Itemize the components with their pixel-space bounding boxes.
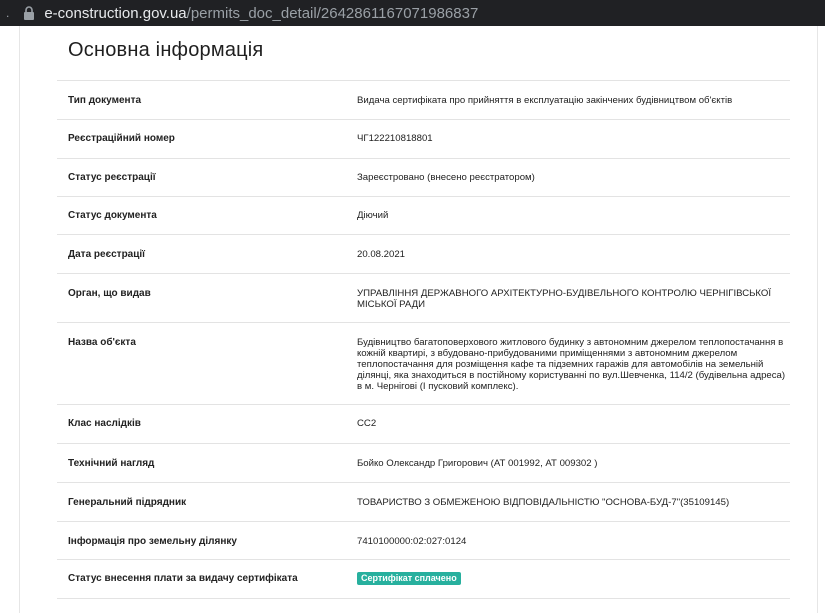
right-border [817,26,818,613]
url-host: e-construction.gov.ua [44,4,187,22]
table-row: Реєстраційний номер ЧГ122210818801 [57,119,790,158]
row-value: Зареєстровано (внесено реєстратором) [357,172,535,183]
row-value: Будівництво багатоповерхового житлового … [357,337,786,392]
row-label: Назва об'єкта [68,337,136,348]
left-border [19,26,20,613]
row-value: Діючий [357,210,389,221]
row-label: Клас наслідків [68,418,141,429]
row-value: 20.08.2021 [357,249,406,260]
row-label: Статус документа [68,210,157,221]
row-value: СС2 [357,418,377,429]
browser-address-bar[interactable]: . e-construction.gov.ua/permits_doc_deta… [0,0,825,26]
table-row: Інформація про земельну ділянку 74101000… [57,521,790,559]
table-row: Орган, що видав УПРАВЛІННЯ ДЕРЖАВНОГО АР… [57,273,790,322]
row-label: Тип документа [68,95,142,106]
row-label: Інформація про земельну ділянку [68,536,237,547]
table-row: Генеральний підрядник ТОВАРИСТВО З ОБМЕЖ… [57,482,790,521]
row-value: Сертифікат сплачено [357,572,787,585]
table-row: Клас наслідків СС2 [57,404,790,443]
row-label: Статус внесення плати за видачу сертифік… [68,573,298,584]
lock-icon[interactable] [23,5,35,21]
table-row: Тип документа Видача сертифіката про при… [57,80,790,119]
payment-status-badge: Сертифікат сплачено [357,572,461,585]
row-value: ЧГ122210818801 [357,133,433,144]
table-row: Статус документа Діючий [57,196,790,234]
row-label: Статус реєстрації [68,172,156,183]
row-value: Видача сертифіката про прийняття в експл… [357,95,733,106]
url-path: /permits_doc_detail/2642861167071986837 [186,4,479,22]
row-value: 7410100000:02:027:0124 [357,536,467,547]
page-title: Основна інформація [68,39,264,61]
dot-icon: . [6,6,10,20]
row-label: Генеральний підрядник [68,497,187,508]
row-label: Орган, що видав [68,288,151,299]
row-label: Технічний нагляд [68,458,155,469]
table-row: Статус внесення плати за видачу сертифік… [57,559,790,599]
row-value: Бойко Олександр Григорович (АТ 001992, А… [357,458,598,469]
row-label: Реєстраційний номер [68,133,175,144]
table-row: Статус реєстрації Зареєстровано (внесено… [57,158,790,196]
table-row: Дата реєстрації 20.08.2021 [57,234,790,273]
row-value: ТОВАРИСТВО З ОБМЕЖЕНОЮ ВІДПОВІДАЛЬНІСТЮ … [357,497,730,508]
table-row: Технічний нагляд Бойко Олександр Григоро… [57,443,790,482]
table-row: Назва об'єкта Будівництво багатоповерхов… [57,322,790,404]
row-value: УПРАВЛІННЯ ДЕРЖАВНОГО АРХІТЕКТУРНО-БУДІВ… [357,288,772,310]
row-label: Дата реєстрації [68,249,145,260]
